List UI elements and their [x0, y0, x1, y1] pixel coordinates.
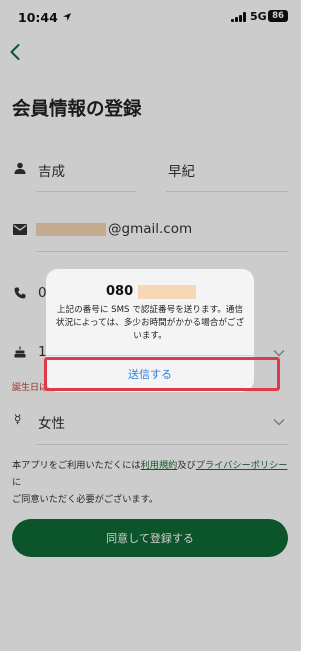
- dialog-phone-masked-part: [138, 285, 196, 299]
- dialog-message: 上記の番号に SMS で認証番号を送ります。通信状況によっては、多少お時間がかか…: [55, 305, 245, 341]
- dialog-phone-number: 080: [106, 284, 134, 299]
- send-button-highlight: [44, 357, 280, 391]
